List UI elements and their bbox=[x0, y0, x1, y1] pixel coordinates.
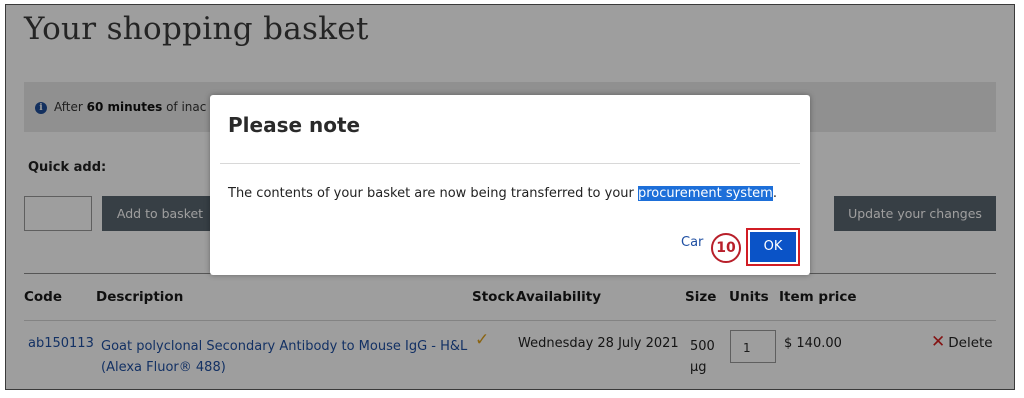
ok-button[interactable]: OK bbox=[750, 232, 796, 262]
highlighted-text: procurement system bbox=[638, 186, 773, 201]
cancel-button[interactable]: Car bbox=[681, 235, 703, 250]
please-note-dialog: Please note The contents of your basket … bbox=[210, 95, 810, 275]
dialog-message: The contents of your basket are now bein… bbox=[228, 186, 777, 201]
dialog-title: Please note bbox=[228, 113, 361, 137]
page-frame: Your shopping basket i After 60 minutes … bbox=[5, 4, 1015, 390]
step-number-badge: 10 bbox=[711, 233, 741, 263]
dialog-divider bbox=[220, 163, 800, 164]
